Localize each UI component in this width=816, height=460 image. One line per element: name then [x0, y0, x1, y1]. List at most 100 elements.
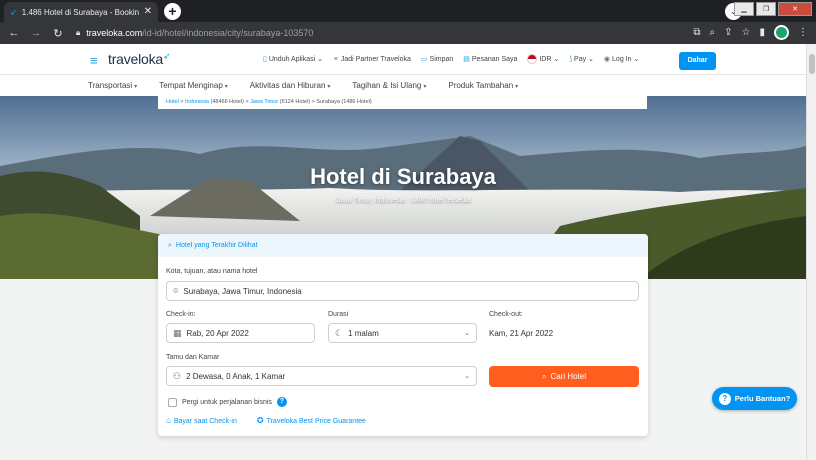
recent-label: Hotel yang Terakhir Dilihat	[175, 242, 258, 249]
cat-label: Tagihan & Isi Ulang	[352, 81, 422, 90]
browser-tab[interactable]: ➶ 1.486 Hotel di Surabaya - Bookin ✕	[4, 2, 158, 22]
tab-title: 1.486 Hotel di Surabaya - Bookin	[21, 7, 140, 17]
duration-value: 1 malam	[348, 328, 379, 338]
nav-currency[interactable]: IDR ⌄	[527, 54, 559, 64]
new-tab-button[interactable]: +	[164, 3, 181, 20]
window-controls: ▁ ❐ ✕	[734, 2, 812, 16]
destination-value: Surabaya, Jawa Timur, Indonesia	[183, 286, 302, 296]
search-button-label: Cari Hotel	[550, 372, 587, 381]
nav-saved[interactable]: ▭ Simpan	[421, 55, 453, 63]
caret-down-icon: ▾	[327, 84, 331, 90]
nav-download-app[interactable]: ▯ Unduh Aplikasi ⌄	[263, 55, 323, 63]
guests-label: Tamu dan Kamar	[166, 354, 220, 361]
nav-label: Pesanan Saya	[471, 56, 518, 63]
flag-icon	[527, 54, 538, 64]
moon-icon: ☾	[335, 327, 344, 338]
hotel-pay-icon: ⌂	[166, 416, 171, 425]
guests-value: 2 Dewasa, 0 Anak, 1 Kamar	[186, 371, 286, 381]
user-icon: ◉	[603, 56, 611, 63]
caret-down-icon: ▾	[423, 84, 427, 90]
restore-button[interactable]: ❐	[756, 2, 776, 16]
header-nav: ▯ Unduh Aplikasi ⌄ ⚭ Jadi Partner Travelok…	[263, 54, 639, 64]
nav-my-orders[interactable]: ▤ Pesanan Saya	[463, 55, 517, 63]
nav-login[interactable]: ◉ Log In ⌄	[604, 55, 639, 63]
cat-activities[interactable]: Aktivitas dan Hiburan ▾	[250, 81, 331, 90]
search-history-icon: ⌕	[168, 241, 172, 249]
guests-select[interactable]: ⚇ 2 Dewasa, 0 Anak, 1 Kamar ⌄	[166, 366, 477, 386]
checkout-label: Check-out:	[489, 311, 523, 318]
duration-select[interactable]: ☾ 1 malam ⌄	[328, 323, 477, 343]
handshake-icon: ⚭	[332, 56, 339, 63]
nav-label: Pay	[574, 56, 587, 63]
destination-label: Kota, tujuan, atau nama hotel	[166, 268, 258, 275]
need-help-button[interactable]: ? Perlu Bantuan?	[712, 387, 797, 410]
nav-label: Simpan	[429, 56, 454, 63]
category-nav: Transportasi ▾ Tempat Menginap ▾ Aktivitas…	[0, 75, 806, 96]
cat-stay[interactable]: Tempat Menginap ▾	[159, 81, 228, 90]
receipt-icon: ▤	[463, 56, 470, 63]
reload-icon[interactable]: ↻	[49, 27, 67, 40]
bookmark-star-icon[interactable]: ☆	[742, 27, 751, 38]
address-bar[interactable]: 🔒︎ traveloka.com/id-id/hotel/indonesia/c…	[76, 26, 313, 40]
toolbar-actions: ⧉ ⌕ ⇪ ☆ ▮ ⋮	[693, 25, 808, 40]
help-icon[interactable]: ?	[276, 397, 287, 407]
minimize-button[interactable]: ▁	[734, 2, 754, 16]
nav-label: Log In	[612, 56, 632, 63]
profile-avatar[interactable]	[774, 25, 789, 40]
guarantee-badge-icon: ✪	[256, 416, 264, 425]
page-viewport: ≡ traveloka➶ ▯ Unduh Aplikasi ⌄ ⚭ Jadi Par…	[0, 44, 816, 460]
scrollbar-thumb[interactable]	[809, 54, 815, 74]
duration-label: Durasi	[328, 311, 349, 318]
benefit-links: ⌂ Bayar saat Check-in ✪ Traveloka Best Pri…	[166, 416, 366, 425]
hamburger-icon[interactable]: ≡	[90, 53, 98, 68]
register-button[interactable]: Dahar	[679, 52, 716, 70]
business-trip-checkbox[interactable]	[168, 397, 177, 407]
traveloka-logo[interactable]: traveloka➶	[108, 51, 171, 67]
translate-icon[interactable]: ⧉	[693, 27, 700, 38]
destination-field[interactable]: ⌾ Surabaya, Jawa Timur, Indonesia	[166, 281, 639, 301]
logo-text: traveloka	[108, 51, 164, 67]
checkin-label: Check-in:	[166, 311, 196, 318]
share-icon[interactable]: ⇪	[724, 27, 732, 38]
menu-icon[interactable]: ⋮	[798, 27, 808, 38]
browser-tab-strip: ➶ 1.486 Hotel di Surabaya - Bookin ✕ + ⌄…	[0, 0, 816, 22]
nav-label: Jadi Partner Traveloka	[340, 56, 411, 63]
pay-icon: ⟆	[569, 56, 573, 63]
nav-pay[interactable]: ⟆ Pay ⌄	[569, 55, 594, 63]
url-path: /id-id/hotel/indonesia/city/surabaya-103…	[142, 28, 314, 38]
zoom-icon[interactable]: ⌕	[710, 27, 716, 38]
caret-down-icon: ▾	[134, 84, 138, 90]
crumb-country[interactable]: Indonesia	[185, 99, 209, 105]
price-guarantee-link[interactable]: ✪ Traveloka Best Price Guarantee	[257, 416, 366, 425]
checkout-value: Kam, 21 Apr 2022	[489, 329, 554, 338]
forward-icon[interactable]: →	[27, 27, 45, 39]
lock-icon: 🔒︎	[76, 28, 81, 37]
search-hotel-button[interactable]: ⌕ Cari Hotel	[489, 366, 639, 387]
bookmark-icon: ▭	[420, 56, 428, 63]
cat-extras[interactable]: Produk Tambahan ▾	[448, 81, 518, 90]
crumb-city: Surabaya (1486 Hotel)	[316, 99, 372, 105]
cat-label: Aktivitas dan Hiburan	[249, 81, 326, 90]
nav-partner[interactable]: ⚭ Jadi Partner Traveloka	[333, 55, 411, 63]
crumb-hotel[interactable]: Hotel	[166, 99, 179, 105]
cat-label: Transportasi	[88, 81, 133, 90]
crumb-province[interactable]: Jawa Timur	[250, 99, 278, 105]
cat-label: Produk Tambahan	[448, 81, 514, 90]
checkin-value: Rab, 20 Apr 2022	[186, 328, 249, 338]
cat-label: Tempat Menginap	[159, 81, 223, 90]
page-scrollbar[interactable]	[806, 44, 816, 460]
cat-bills[interactable]: Tagihan & Isi Ulang ▾	[352, 81, 426, 90]
recently-viewed-link[interactable]: ⌕ Hotel yang Terakhir Dilihat	[158, 234, 648, 257]
close-window-button[interactable]: ✕	[778, 2, 812, 16]
chevron-down-icon: ⌄	[464, 373, 470, 380]
back-icon[interactable]: ←	[5, 27, 23, 39]
checkin-field[interactable]: ▦ Rab, 20 Apr 2022	[166, 323, 315, 343]
nav-label: IDR	[539, 55, 552, 63]
cat-transport[interactable]: Transportasi ▾	[88, 81, 137, 90]
pay-at-hotel-link[interactable]: ⌂ Bayar saat Check-in	[166, 416, 237, 425]
close-tab-icon[interactable]: ✕	[144, 6, 152, 17]
crumb-country-count: (48466 Hotel)	[210, 99, 244, 105]
business-trip-option: Pergi untuk perjalanan bisnis ?	[168, 397, 287, 407]
bird-logo-icon: ➶	[163, 51, 171, 61]
side-panel-icon[interactable]: ▮	[759, 27, 765, 38]
